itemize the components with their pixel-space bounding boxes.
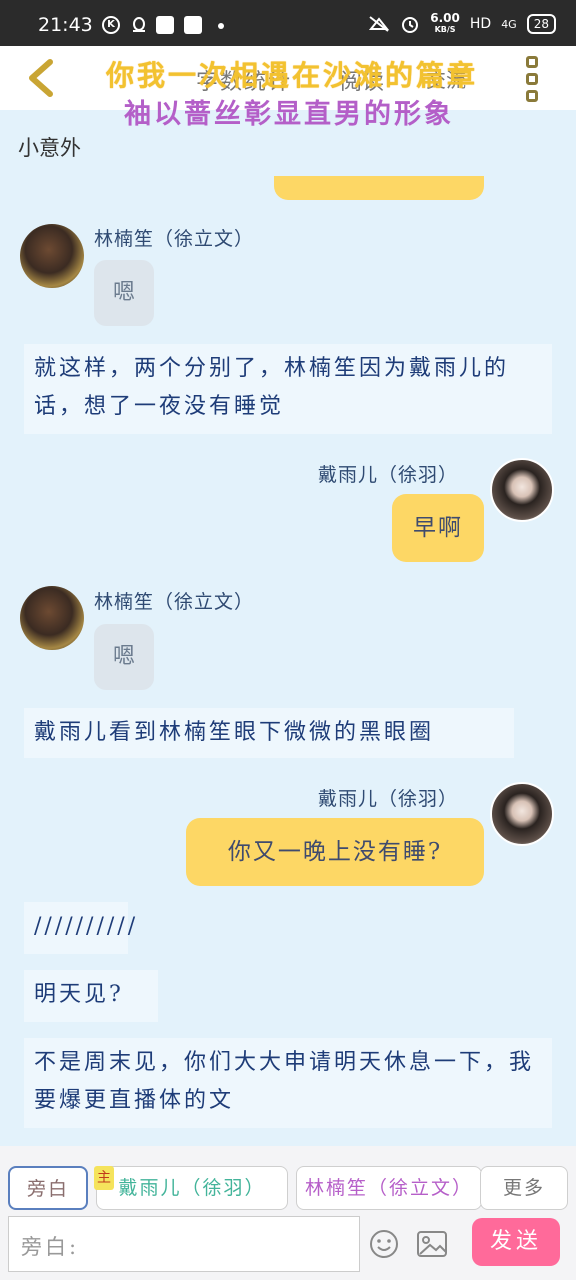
more-dot-icon — [526, 56, 538, 68]
battery-indicator: 28 — [526, 14, 556, 34]
sender-name: 戴雨儿（徐羽） — [318, 464, 459, 486]
send-button[interactable]: 发送 — [472, 1218, 560, 1266]
previous-narration: 小意外 — [18, 136, 81, 160]
gallery-app-icon — [156, 16, 174, 34]
avatar-lin[interactable] — [20, 586, 84, 650]
story-title-line1: 你我一次相遇在沙滩的篇章 — [105, 59, 478, 92]
composer-panel: 旁白 戴雨儿（徐羽） 主 林楠笙（徐立文） 更多 旁白: 发送 — [0, 1146, 576, 1280]
status-bar: 21:43 K 6.00 KB/S HD 4G 28 — [0, 0, 576, 46]
signal-indicator: 4G — [501, 17, 517, 31]
hd-indicator: HD — [469, 16, 492, 32]
role-tab-narration[interactable]: 旁白 — [8, 1166, 88, 1210]
mute-icon — [369, 16, 390, 32]
sender-name: 林楠笙（徐立文） — [94, 228, 255, 250]
role-tab-more[interactable]: 更多 — [480, 1166, 568, 1210]
notification-dot-icon — [218, 23, 224, 29]
narration-bubble[interactable]: ////////// — [24, 902, 135, 954]
status-right-group: 6.00 KB/S HD 4G 28 — [368, 11, 556, 35]
message-input[interactable]: 旁白: — [8, 1216, 360, 1272]
chat-area[interactable]: 小意外 林楠笙（徐立文） 嗯 就这样，两个分别了，林楠笙因为戴雨儿的话，想了一夜… — [0, 110, 576, 1146]
emoji-icon[interactable] — [368, 1228, 400, 1260]
story-title-line2: 袖以蔷丝彰显直男的形象 — [124, 99, 454, 130]
sender-name: 林楠笙（徐立文） — [94, 591, 255, 613]
network-speed-value: 6.00 — [430, 11, 460, 25]
more-dot-icon — [526, 90, 538, 102]
status-time: 21:43 — [38, 14, 93, 36]
avatar-dai[interactable] — [490, 458, 554, 522]
avatar-lin[interactable] — [20, 224, 84, 288]
network-speed: 6.00 KB/S — [430, 11, 460, 35]
narration-bubble[interactable]: 戴雨儿看到林楠笙眼下微微的黑眼圈 — [24, 708, 514, 758]
qq-icon — [133, 17, 145, 32]
role-tab-lin[interactable]: 林楠笙（徐立文） — [296, 1166, 482, 1210]
sender-name: 戴雨儿（徐羽） — [318, 788, 459, 810]
role-tab-dai[interactable]: 戴雨儿（徐羽） — [96, 1166, 288, 1210]
network-speed-unit: KB/S — [434, 25, 456, 34]
chat-header: 字数统计 阅读 交流 你我一次相遇在沙滩的篇章 袖以蔷丝彰显直男的形象 — [0, 46, 576, 130]
message-bubble[interactable]: 嗯 — [94, 260, 154, 326]
message-bubble[interactable]: 嗯 — [94, 624, 154, 690]
k-app-icon: K — [102, 16, 120, 34]
narration-bubble[interactable]: 就这样，两个分别了，林楠笙因为戴雨儿的话，想了一夜没有睡觉 — [24, 344, 552, 434]
image-icon[interactable] — [416, 1230, 448, 1258]
tu-app-icon — [184, 16, 202, 34]
narration-bubble[interactable]: 明天见? — [24, 970, 158, 1022]
previous-bubble — [274, 176, 484, 200]
alarm-icon — [402, 17, 419, 33]
back-button[interactable] — [24, 58, 60, 98]
message-bubble[interactable]: 早啊 — [392, 494, 484, 562]
message-bubble[interactable]: 你又一晚上没有睡? — [186, 818, 484, 886]
narration-bubble[interactable]: 不是周末见，你们大大申请明天休息一下，我要爆更直播体的文 — [24, 1038, 552, 1128]
main-role-tag: 主 — [94, 1166, 114, 1190]
more-button[interactable] — [526, 56, 540, 102]
more-dot-icon — [526, 73, 538, 85]
avatar-dai[interactable] — [490, 782, 554, 846]
